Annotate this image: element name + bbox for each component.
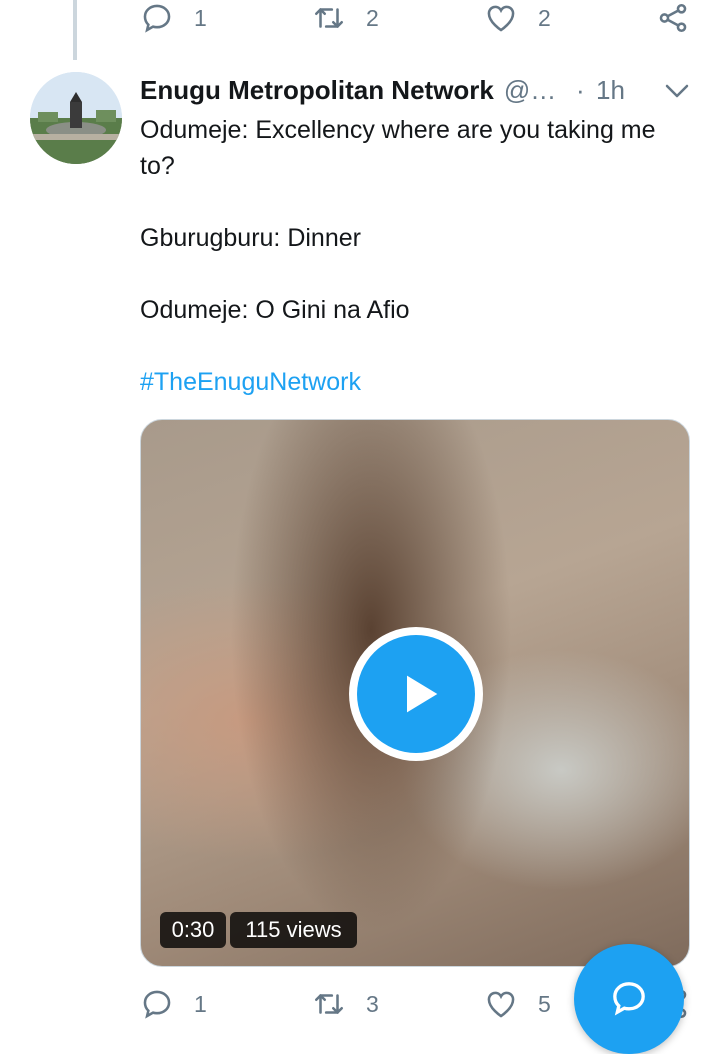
tweet-timestamp[interactable]: 1h (596, 75, 625, 106)
reply-count: 1 (194, 4, 207, 31)
previous-tweet-actions: 1 2 2 (140, 0, 700, 38)
like-button[interactable]: 2 (484, 0, 551, 38)
reply-button[interactable]: 1 (140, 984, 207, 1024)
like-count: 2 (538, 4, 551, 31)
video-views: 115 views (230, 912, 357, 948)
retweet-icon (314, 8, 344, 28)
author-name[interactable]: Enugu Metropolitan Network (140, 75, 494, 106)
reply-count: 1 (194, 990, 207, 1017)
reply-icon (143, 990, 171, 1019)
tweet-line: Odumeje: O Gini na Afio (140, 296, 410, 324)
thread-line (73, 0, 77, 60)
retweet-count: 2 (366, 4, 379, 31)
play-button[interactable] (349, 627, 483, 761)
video-duration: 0:30 (160, 912, 226, 948)
tweet-header: Enugu Metropolitan Network @… · 1h (140, 70, 700, 110)
like-icon (487, 5, 515, 32)
like-count: 5 (538, 990, 551, 1017)
compose-reply-button[interactable] (574, 944, 684, 1054)
tweet-line: Gburugburu: Dinner (140, 224, 361, 252)
video-player[interactable]: 0:30 115 views (140, 419, 690, 967)
author-handle[interactable]: @… (504, 75, 556, 106)
tweet-line: Odumeje: Excellency where are you taking… (140, 116, 656, 180)
header-separator: · (576, 74, 585, 105)
reply-icon (143, 4, 171, 33)
hashtag-link[interactable]: #TheEnuguNetwork (140, 364, 685, 400)
like-button[interactable]: 5 (484, 984, 551, 1024)
chevron-down-icon[interactable] (662, 76, 692, 106)
reply-button[interactable]: 1 (140, 0, 207, 38)
retweet-button[interactable]: 3 (312, 984, 379, 1024)
retweet-count: 3 (366, 990, 379, 1017)
compose-reply-icon (613, 982, 645, 1016)
avatar-image (30, 72, 122, 164)
play-icon (357, 635, 475, 753)
share-icon (659, 3, 687, 33)
like-icon (487, 991, 515, 1018)
share-button[interactable] (656, 0, 690, 38)
tweet-text: Odumeje: Excellency where are you taking… (140, 112, 685, 400)
author-avatar[interactable] (30, 72, 122, 164)
retweet-button[interactable]: 2 (312, 0, 379, 38)
retweet-icon (314, 994, 344, 1014)
